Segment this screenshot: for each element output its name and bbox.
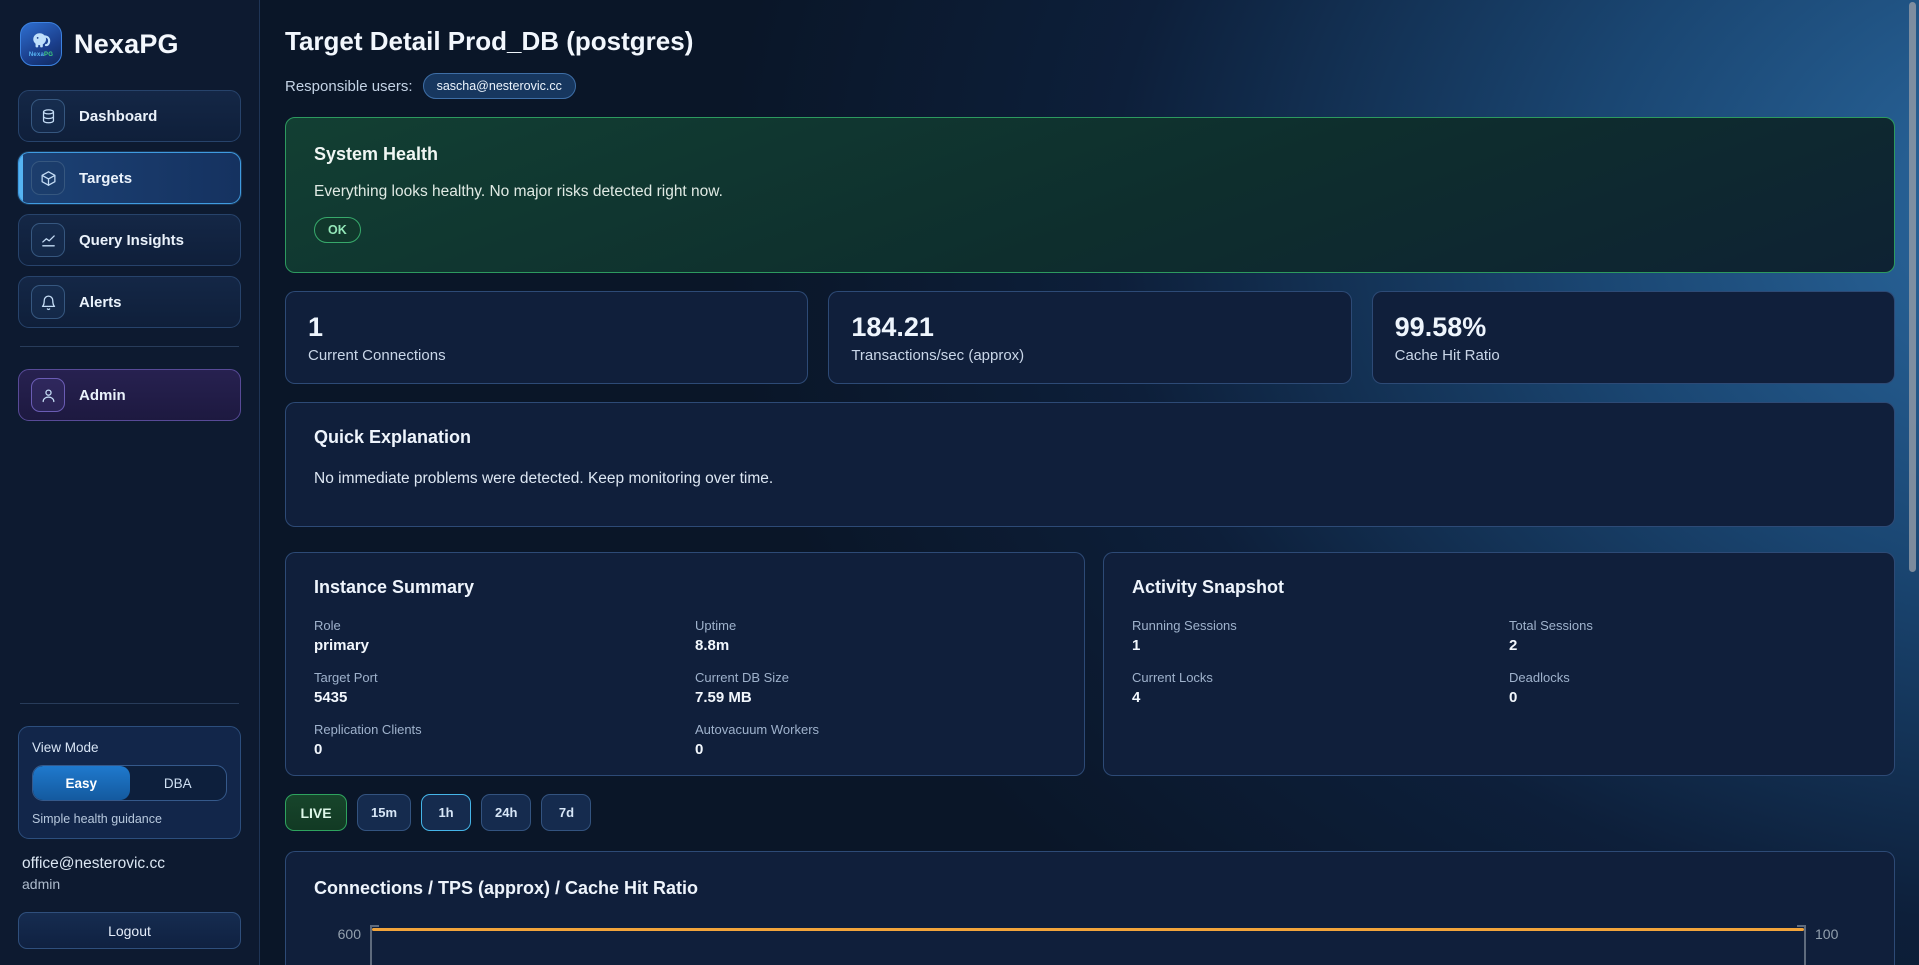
nexapg-elephant-logo-icon: NexaPG — [20, 22, 62, 66]
sidebar-item-label: Admin — [79, 387, 126, 404]
cube-icon — [31, 161, 65, 195]
field-running-sessions: Running Sessions 1 — [1132, 618, 1489, 654]
system-health-message: Everything looks healthy. No major risks… — [314, 183, 1866, 201]
left-axis-tick — [372, 925, 379, 927]
health-status-badge: OK — [314, 217, 361, 243]
view-mode-option-easy[interactable]: Easy — [33, 766, 130, 800]
plot-area — [370, 925, 1806, 965]
range-button-7d[interactable]: 7d — [541, 794, 591, 831]
right-axis-label: 100 — [1806, 925, 1866, 965]
range-button-1h[interactable]: 1h — [421, 794, 471, 831]
left-axis-label: 600 — [314, 925, 370, 965]
cache-hit-ratio-line — [372, 928, 1804, 931]
sidebar-item-dashboard[interactable]: Dashboard — [18, 90, 241, 142]
activity-snapshot-grid: Running Sessions 1 Total Sessions 2 Curr… — [1132, 618, 1866, 706]
sidebar-item-query-insights[interactable]: Query Insights — [18, 214, 241, 266]
metric-label: Current Connections — [308, 347, 785, 364]
view-mode-panel: View Mode Easy DBA Simple health guidanc… — [18, 726, 241, 839]
system-health-title: System Health — [314, 144, 1866, 165]
field-uptime: Uptime 8.8m — [695, 618, 1056, 654]
user-role: admin — [22, 876, 237, 892]
chart-title: Connections / TPS (approx) / Cache Hit R… — [314, 878, 1866, 899]
metric-transactions-per-sec: 184.21 Transactions/sec (approx) — [828, 291, 1351, 384]
metric-current-connections: 1 Current Connections — [285, 291, 808, 384]
system-health-card: System Health Everything looks healthy. … — [285, 117, 1895, 273]
summary-row: Instance Summary Role primary Uptime 8.8… — [285, 552, 1895, 776]
sidebar-item-label: Alerts — [79, 294, 122, 311]
metric-label: Cache Hit Ratio — [1395, 347, 1872, 364]
quick-explanation-card: Quick Explanation No immediate problems … — [285, 402, 1895, 527]
sidebar-item-admin[interactable]: Admin — [18, 369, 241, 421]
right-axis-tick — [1797, 925, 1804, 927]
scrollbar-track — [1906, 0, 1919, 965]
view-mode-caption: Simple health guidance — [32, 812, 227, 826]
responsible-users-label: Responsible users: — [285, 78, 413, 95]
person-icon — [31, 378, 65, 412]
quick-explanation-title: Quick Explanation — [314, 427, 1866, 448]
field-deadlocks: Deadlocks 0 — [1509, 670, 1866, 706]
bell-icon — [31, 285, 65, 319]
instance-summary-card: Instance Summary Role primary Uptime 8.8… — [285, 552, 1085, 776]
scrollbar-thumb[interactable] — [1909, 2, 1916, 572]
page-title: Target Detail Prod_DB (postgres) — [285, 26, 1895, 57]
sidebar-item-label: Dashboard — [79, 108, 157, 125]
field-current-db-size: Current DB Size 7.59 MB — [695, 670, 1056, 706]
view-mode-toggle: Easy DBA — [32, 765, 227, 801]
brand: NexaPG NexaPG — [20, 22, 239, 66]
live-button[interactable]: LIVE — [285, 794, 347, 831]
sidebar-divider — [20, 346, 239, 347]
sidebar-spacer — [18, 431, 241, 695]
database-icon — [31, 99, 65, 133]
metrics-row: 1 Current Connections 184.21 Transaction… — [285, 291, 1895, 384]
field-total-sessions: Total Sessions 2 — [1509, 618, 1866, 654]
field-role: Role primary — [314, 618, 675, 654]
activity-snapshot-title: Activity Snapshot — [1132, 577, 1866, 598]
app-root: NexaPG NexaPG Dashboard — [0, 0, 1919, 965]
responsible-users-row: Responsible users: sascha@nesterovic.cc — [285, 73, 1895, 99]
logout-button[interactable]: Logout — [18, 912, 241, 949]
range-button-15m[interactable]: 15m — [357, 794, 411, 831]
instance-summary-grid: Role primary Uptime 8.8m Target Port 543… — [314, 618, 1056, 758]
logo-wordmark: NexaPG — [29, 52, 53, 58]
quick-explanation-message: No immediate problems were detected. Kee… — [314, 470, 1866, 488]
field-replication-clients: Replication Clients 0 — [314, 722, 675, 758]
chart-line-icon — [31, 223, 65, 257]
metric-cache-hit-ratio: 99.58% Cache Hit Ratio — [1372, 291, 1895, 384]
range-button-24h[interactable]: 24h — [481, 794, 531, 831]
metric-label: Transactions/sec (approx) — [851, 347, 1328, 364]
activity-snapshot-card: Activity Snapshot Running Sessions 1 Tot… — [1103, 552, 1895, 776]
app-title: NexaPG — [74, 29, 179, 60]
chart-plot: 600 100 — [314, 925, 1866, 965]
time-range-row: LIVE 15m 1h 24h 7d — [285, 794, 1895, 831]
instance-summary-title: Instance Summary — [314, 577, 1056, 598]
responsible-user-badge[interactable]: sascha@nesterovic.cc — [423, 73, 576, 99]
sidebar-item-label: Targets — [79, 170, 132, 187]
field-target-port: Target Port 5435 — [314, 670, 675, 706]
sidebar: NexaPG NexaPG Dashboard — [0, 0, 260, 965]
sidebar-item-label: Query Insights — [79, 232, 184, 249]
metric-value: 184.21 — [851, 311, 1328, 345]
sidebar-divider-bottom — [20, 703, 239, 704]
view-mode-option-dba[interactable]: DBA — [130, 766, 227, 800]
view-mode-label: View Mode — [32, 740, 227, 755]
sidebar-item-alerts[interactable]: Alerts — [18, 276, 241, 328]
metric-value: 99.58% — [1395, 311, 1872, 345]
field-autovacuum-workers: Autovacuum Workers 0 — [695, 722, 1056, 758]
user-info: office@nesterovic.cc admin — [22, 855, 237, 892]
connections-tps-chart-card: Connections / TPS (approx) / Cache Hit R… — [285, 851, 1895, 965]
main-content: Target Detail Prod_DB (postgres) Respons… — [260, 0, 1919, 965]
user-email: office@nesterovic.cc — [22, 855, 237, 873]
sidebar-item-targets[interactable]: Targets — [18, 152, 241, 204]
metric-value: 1 — [308, 311, 785, 345]
field-current-locks: Current Locks 4 — [1132, 670, 1489, 706]
